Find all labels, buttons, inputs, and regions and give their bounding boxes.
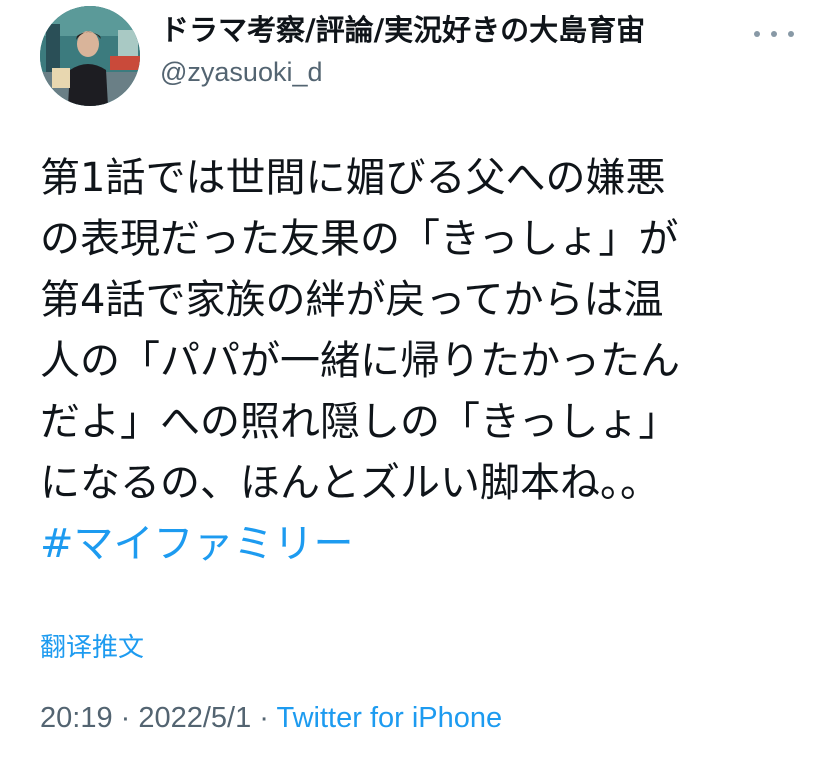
tweet-line: だよ」への照れ隠しの「きっしょ」 — [40, 399, 679, 445]
display-name[interactable]: ドラマ考察/評論/実況好きの大島育宙 — [160, 10, 760, 50]
more-options-button[interactable] — [754, 22, 794, 46]
more-horizontal-icon — [771, 31, 777, 37]
tweet-source-link[interactable]: Twitter for iPhone — [277, 702, 503, 734]
tweet-line: になるの、ほんとズルい脚本ね。。 — [40, 460, 660, 506]
tweet-line: の表現だった友果の「きっしょ」が — [40, 216, 679, 262]
tweet-line: 第1話では世間に媚びる父への嫌悪 — [40, 155, 666, 201]
avatar[interactable] — [40, 6, 140, 106]
user-handle[interactable]: @zyasuoki_d — [160, 54, 760, 90]
tweet-line: 第4話で家族の絆が戻ってからは温 — [40, 277, 664, 323]
hashtag-link[interactable]: #マイファミリー — [40, 514, 800, 575]
more-horizontal-icon — [788, 31, 794, 37]
tweet-time: 20:19 — [40, 702, 113, 734]
tweet-line: 人の「パパが一緒に帰りたかったん — [40, 338, 680, 384]
tweet-date: 2022/5/1 — [138, 702, 252, 734]
tweet-text: 第1話では世間に媚びる父への嫌悪 の表現だった友果の「きっしょ」が 第4話で家族… — [40, 148, 800, 575]
profile-photo-icon — [40, 6, 140, 106]
meta-separator: · — [251, 702, 277, 734]
tweet-metadata: 20:19 · 2022/5/1 · Twitter for iPhone — [40, 698, 502, 738]
more-horizontal-icon — [754, 31, 760, 37]
tweet-header: ドラマ考察/評論/実況好きの大島育宙 @zyasuoki_d — [40, 0, 800, 110]
meta-separator: · — [112, 702, 139, 734]
author-names: ドラマ考察/評論/実況好きの大島育宙 @zyasuoki_d — [160, 10, 760, 90]
translate-tweet-link[interactable]: 翻译推文 — [40, 630, 144, 666]
